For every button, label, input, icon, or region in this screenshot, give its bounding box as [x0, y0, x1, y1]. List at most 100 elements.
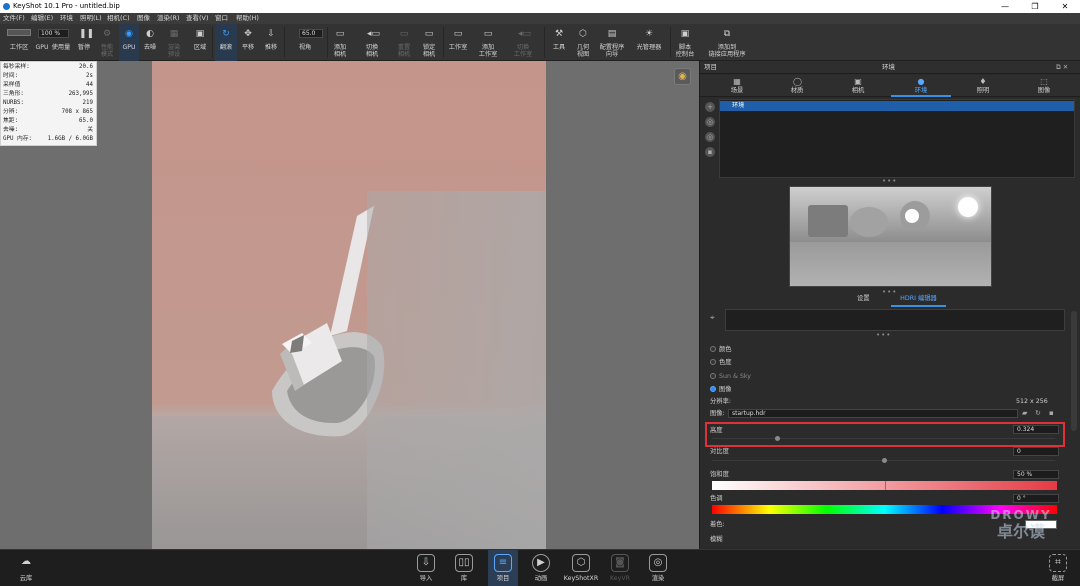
workspace-button[interactable]: 工作区 — [3, 24, 35, 61]
menu-help[interactable]: 帮助(H) — [236, 13, 259, 24]
tab-lighting[interactable]: ♦ 照明 — [953, 75, 1013, 97]
keyshotxr-button[interactable]: ⬡ KeyShotXR — [564, 550, 598, 586]
keyvr-icon: ◙ — [611, 554, 629, 572]
gpu-mode-button[interactable]: ◉ GPU — [119, 24, 139, 61]
dolly-button[interactable]: ⇩ 推移 — [261, 24, 281, 61]
panel-window-icons[interactable]: ⧉ ✕ — [1056, 61, 1068, 74]
perspective-button[interactable]: 视角 — [293, 24, 317, 61]
menu-window[interactable]: 窗口 — [215, 13, 228, 24]
background-color-swatch[interactable] — [725, 309, 1065, 331]
add-camera-button[interactable]: ▭ 添加 相机 — [329, 24, 351, 61]
folder-icon[interactable]: ▰ — [1022, 409, 1027, 417]
script-console-button[interactable]: ▣ 脚本 控制台 — [673, 24, 697, 61]
add-studio-button[interactable]: ▭ 添加 工作室 — [474, 24, 502, 61]
studio-button[interactable]: ▭ 工作室 — [445, 24, 471, 61]
project-panel: 项目 环境 ⧉ ✕ ▦ 场景 ◯ 材质 ▣ 相机 ● 环境 ♦ 照明 ⬚ 图像 + ◎ ◎ … — [699, 61, 1080, 549]
environment-list-item[interactable]: 环境 — [720, 101, 1074, 111]
saturation-slider-marker[interactable] — [884, 481, 886, 490]
blur-label: 模糊 — [710, 536, 723, 543]
reset-camera-button[interactable]: ▭ 重置 相机 — [393, 24, 415, 61]
tab-hdri-editor[interactable]: HDRI 编辑器 — [891, 293, 946, 307]
tab-material[interactable]: ◯ 材质 — [767, 75, 827, 97]
tab-environment[interactable]: ● 环境 — [891, 75, 951, 97]
contrast-field[interactable]: 0 — [1013, 447, 1059, 456]
menu-camera[interactable]: 相机(C) — [107, 13, 130, 24]
minimize-button[interactable]: — — [990, 0, 1020, 13]
saturation-field[interactable]: 50 % — [1013, 470, 1059, 479]
import-button[interactable]: ⇩ 导入 — [411, 550, 441, 586]
render-button[interactable]: ◎ 渲染 — [643, 550, 673, 586]
tools-button[interactable]: ⚒ 工具 — [548, 24, 570, 61]
hdri-preview[interactable] — [789, 186, 992, 287]
copy-environment-icon[interactable]: ◎ — [705, 132, 715, 142]
cloud-library-button[interactable]: ☁ 云库 — [11, 550, 41, 586]
menu-view[interactable]: 查看(V) — [186, 13, 209, 24]
menu-environment[interactable]: 环境 — [60, 13, 73, 24]
menu-render[interactable]: 渲染(R) — [157, 13, 180, 24]
panel-scrollbar[interactable] — [1071, 311, 1077, 431]
switch-camera-button[interactable]: ◂▭ 切换 相机 — [360, 24, 384, 61]
list-resize-handle[interactable]: ••• — [882, 177, 897, 185]
tumble-button[interactable]: ↻ 翻滚 — [215, 24, 237, 61]
refresh-icon[interactable]: ↻ — [1035, 409, 1041, 417]
render-image[interactable] — [152, 61, 546, 549]
tab-scene[interactable]: ▦ 场景 — [707, 75, 767, 97]
tumble-icon: ↻ — [222, 29, 230, 39]
trash-icon[interactable]: ▪ — [1049, 409, 1054, 417]
render-viewport[interactable]: 每秒采样: 20.6 时间: 2s 采样值 44 三角形: 263,995 NURBS:… — [0, 61, 699, 549]
add-environment-icon[interactable]: + — [705, 102, 715, 112]
import-icon: ⇩ — [417, 554, 435, 572]
tab-image[interactable]: ⬚ 图像 — [1014, 75, 1074, 97]
keyshot-window: KeyShot 10.1 Pro - untitled.bip — ❐ ✕ 文件… — [0, 0, 1080, 586]
radio-sun-sky[interactable]: Sun & Sky — [710, 372, 751, 381]
hue-field[interactable]: 0 ° — [1013, 494, 1059, 503]
image-file-field[interactable]: startup.hdr — [728, 409, 1018, 418]
tab-camera[interactable]: ▣ 相机 — [828, 75, 888, 97]
denoise-button[interactable]: ◐ 去噪 — [140, 24, 160, 61]
screenshot-button[interactable]: ⌗ 截屏 — [1043, 550, 1073, 586]
hdri-light-source — [905, 209, 919, 223]
contrast-slider-knob[interactable] — [881, 458, 887, 463]
hdri-softbox — [808, 205, 848, 237]
menu-image[interactable]: 图像 — [137, 13, 150, 24]
menu-lighting[interactable]: 照明(L) — [80, 13, 102, 24]
toolbar-separator — [327, 27, 328, 58]
performance-mode-button[interactable]: ⚙ 性能 模式 — [96, 24, 118, 61]
usage-button[interactable]: 使用量 — [49, 24, 73, 61]
duplicate-environment-icon[interactable]: ◎ — [705, 117, 715, 127]
geometry-view-button[interactable]: ⬡ 几何 视图 — [572, 24, 594, 61]
pause-button[interactable]: ❚❚ 暂停 — [74, 24, 94, 61]
library-button[interactable]: ▯▯ 库 — [449, 550, 479, 586]
render-stats-overlay: 每秒采样: 20.6 时间: 2s 采样值 44 三角形: 263,995 NURBS:… — [0, 61, 97, 146]
menu-edit[interactable]: 编辑(E) — [31, 13, 53, 24]
pin-icon[interactable]: ⌖ — [710, 313, 715, 323]
maximize-button[interactable]: ❐ — [1020, 0, 1050, 13]
configurator-wizard-button[interactable]: ▤ 配置程序 向导 — [596, 24, 628, 61]
camera-icon: ▣ — [854, 77, 862, 86]
viewport-settings-icon[interactable]: ◉ — [674, 68, 691, 85]
radio-gradient[interactable]: 色度 — [710, 358, 732, 367]
render-preset-button[interactable]: ▦ 渲染 预设 — [163, 24, 185, 61]
brightness-highlight-box — [705, 422, 1065, 447]
region-icon: ▣ — [195, 29, 205, 39]
radio-color[interactable]: 颜色 — [710, 345, 732, 354]
toolbar-separator — [284, 27, 285, 58]
radio-image[interactable]: 图像 — [710, 385, 732, 394]
region-button[interactable]: ▣ 区域 — [190, 24, 210, 61]
menu-file[interactable]: 文件(F) — [3, 13, 25, 24]
tab-settings[interactable]: 设置 — [857, 293, 870, 305]
pan-button[interactable]: ✥ 平移 — [238, 24, 258, 61]
light-manager-button[interactable]: ☀ 光管理器 — [632, 24, 666, 61]
swatch-resize-handle[interactable]: ••• — [876, 331, 891, 339]
environment-list: 环境 — [719, 99, 1075, 178]
keyvr-button[interactable]: ◙ KeyVR — [605, 550, 635, 586]
link-app-button[interactable]: ⧉ 添加到 链接应用程序 — [702, 24, 752, 61]
delete-environment-icon[interactable]: ▪ — [705, 147, 715, 157]
lock-camera-button[interactable]: ▭ 锁定 相机 — [418, 24, 440, 61]
animation-icon: ▶ — [532, 554, 550, 572]
ribbon-toolbar: 工作区 100 % GPU 使用量 ❚❚ 暂停 ⚙ 性能 模式 ◉ GPU ◐ 去噪 ▦ 渲… — [0, 24, 1080, 61]
switch-studio-button[interactable]: ◂▭ 切换 工作室 — [509, 24, 537, 61]
close-button[interactable]: ✕ — [1050, 0, 1080, 13]
project-button[interactable]: ≡ 项目 — [488, 550, 518, 586]
animation-button[interactable]: ▶ 动画 — [526, 550, 556, 586]
